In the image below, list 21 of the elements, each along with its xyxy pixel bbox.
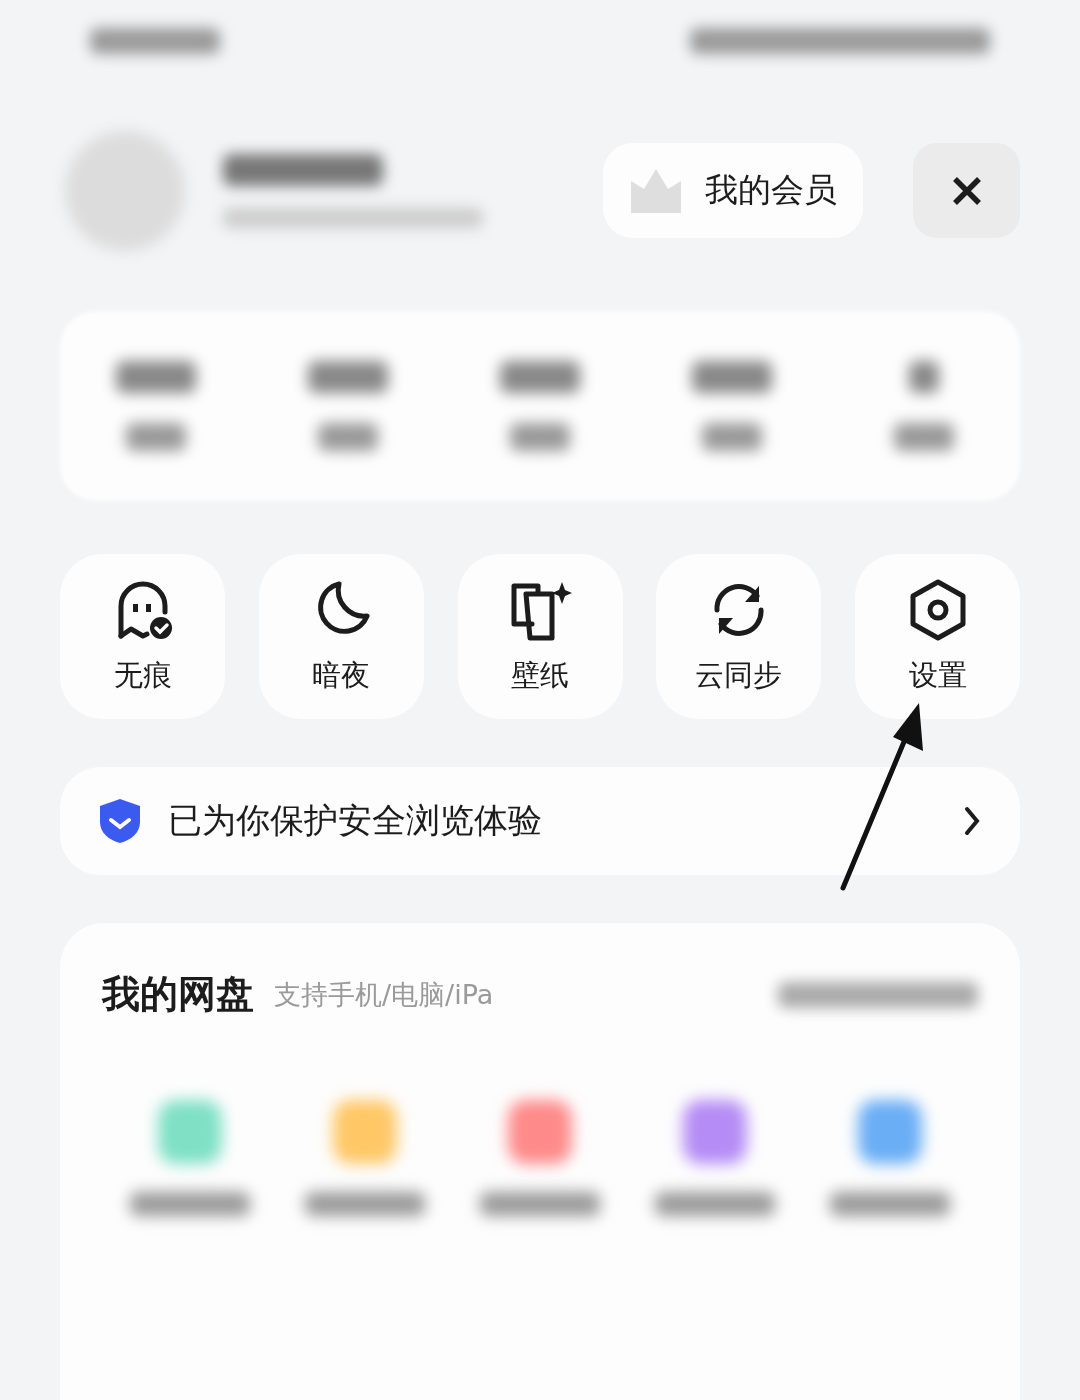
blurred-stat bbox=[894, 423, 954, 451]
crown-icon bbox=[629, 168, 683, 213]
close-icon bbox=[951, 175, 982, 206]
shortcut-tile[interactable]: 壁纸 bbox=[457, 554, 623, 719]
banner-text: 已为你保护安全浏览体验 bbox=[168, 799, 543, 842]
blurred-stat bbox=[318, 423, 378, 451]
card-title: 我的网盘 bbox=[102, 971, 254, 1018]
blurred-stat bbox=[126, 423, 186, 451]
chevron-icon bbox=[964, 806, 980, 836]
blurred-stat bbox=[909, 361, 939, 393]
shield-icon bbox=[98, 798, 142, 844]
blurred-stat bbox=[702, 423, 762, 451]
close-button[interactable] bbox=[913, 143, 1020, 238]
shortcut-tile[interactable]: 云同步 bbox=[656, 554, 822, 719]
card-subtitle: 支持手机/电脑/iPa bbox=[274, 977, 495, 1012]
shortcut-tile[interactable]: 暗夜 bbox=[258, 554, 424, 719]
shortcut-tile[interactable]: 设置 bbox=[855, 554, 1020, 719]
blurred-stat bbox=[510, 423, 570, 451]
shortcut-tile[interactable]: 无痕 bbox=[60, 554, 225, 719]
security-banner[interactable]: 已为你保护安全浏览体验 bbox=[60, 767, 1020, 875]
member-button[interactable]: 我的会员 bbox=[603, 143, 863, 238]
